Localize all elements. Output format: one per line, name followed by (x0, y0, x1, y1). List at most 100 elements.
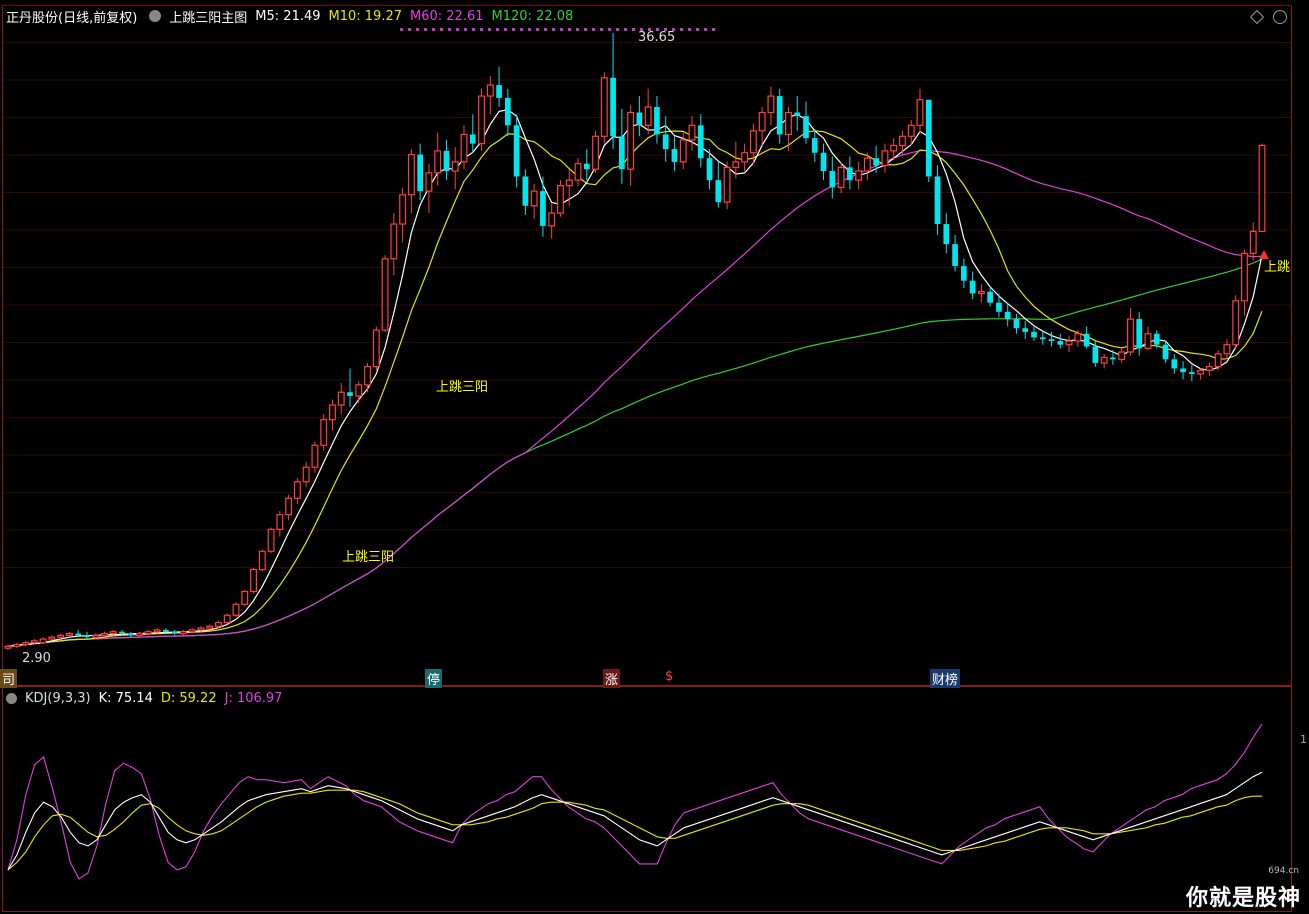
candle-body-up (1214, 353, 1222, 368)
marker-dot (408, 28, 411, 31)
high-price-label: 36.65 (638, 30, 676, 45)
candle-body-down (171, 631, 178, 634)
candle-body-down (496, 85, 502, 98)
candle-body-up (627, 111, 635, 170)
candle-body-up (267, 528, 275, 552)
edge-badge: 司 (0, 669, 18, 688)
stock-title[interactable]: 正丹股份(日线,前复权) (6, 7, 137, 26)
candle-body-up (863, 157, 871, 172)
event-badge-limit[interactable]: 涨 (603, 669, 621, 688)
candle-body-up (425, 172, 433, 192)
candle-body-up (144, 631, 152, 635)
settings-icon[interactable] (1273, 10, 1287, 24)
candle-body-up (1223, 344, 1231, 355)
marker-dot (704, 28, 707, 31)
candle-body-down (75, 633, 82, 636)
candle-body-down (583, 163, 590, 170)
candle-body-up (232, 603, 240, 616)
candle-body-up (1118, 351, 1126, 360)
candle-body-up (548, 212, 556, 227)
candle-body-up (4, 645, 12, 649)
candle-body-up (1205, 366, 1213, 371)
candle-body-up (644, 106, 652, 126)
marker-dot (680, 28, 683, 31)
candle-body-down (1031, 331, 1037, 338)
candle-body-down (618, 136, 625, 170)
chart-header: 正丹股份(日线,前复权) 上跳三阳主图 M5: 21.49 M10: 19.27… (6, 7, 574, 26)
candle-body-up (92, 634, 100, 638)
candle-body-up (486, 84, 494, 97)
event-badge-dollar[interactable]: $ (663, 669, 675, 684)
indicator-name[interactable]: 上跳三阳主图 (169, 7, 247, 26)
candle-body-up (101, 632, 108, 636)
candle-body-up (1197, 369, 1205, 375)
ma120-label: M120: 22.08 (491, 8, 574, 24)
marker-dot (456, 28, 459, 31)
ma5-label: M5: 21.49 (255, 8, 321, 24)
marker-dot (712, 28, 715, 31)
candle-body-down (811, 138, 818, 153)
candle-body-up (758, 111, 766, 132)
kdj-name[interactable]: KDJ(9,3,3) (25, 691, 91, 706)
candle-body-up (241, 590, 249, 605)
candle-body-up (206, 625, 214, 629)
marker-dot (584, 28, 587, 31)
kdj-d-line (7, 789, 1262, 871)
candle-body-down (671, 149, 678, 162)
marker-dot (696, 28, 699, 31)
candle-body-up (285, 497, 293, 516)
candle-body-up (881, 150, 889, 167)
candle-body-up (899, 135, 906, 147)
candle-body-up (1249, 230, 1257, 254)
candle-body-down (1083, 333, 1090, 347)
marker-dot (632, 28, 635, 31)
candle-body-up (329, 404, 336, 421)
candle-body-up (574, 163, 582, 181)
candle-body-down (969, 280, 976, 294)
candle-body-down (127, 633, 134, 636)
candle-body-up (837, 166, 845, 189)
candle-body-up (557, 185, 564, 214)
kdj-d: D: 59.22 (160, 690, 217, 706)
indicator-icon[interactable] (149, 10, 162, 22)
event-badge-halt[interactable]: 停 (425, 669, 443, 688)
kdj-k: K: 75.14 (98, 690, 153, 706)
candle-body-down (1153, 333, 1160, 345)
marker-dot (560, 28, 563, 31)
candle-body-down (1039, 337, 1046, 340)
candle-body-up (907, 124, 915, 137)
ma60-label: M60: 22.61 (410, 8, 484, 24)
kdj-header: KDJ(9,3,3) K: 75.14 D: 59.22 J: 106.97 (6, 689, 282, 707)
candle-body-down (469, 134, 476, 144)
marker-dot (520, 28, 523, 31)
candle-body-down (697, 125, 704, 159)
candle-body-up (311, 444, 319, 468)
candle-body-up (977, 291, 985, 295)
candle-body-up (197, 627, 205, 631)
candle-body-down (522, 176, 529, 206)
marker-dot (464, 28, 467, 31)
candle-body-up (451, 161, 459, 172)
candle-body-up (153, 629, 161, 633)
candle-body-down (706, 158, 713, 181)
candle-body-up (399, 194, 407, 225)
candle-body-up (478, 95, 485, 145)
candle-body-up (57, 634, 65, 638)
kdj-k-line (7, 771, 1263, 871)
event-badge-finance[interactable]: 财榜 (930, 669, 961, 688)
candle-body-down (1171, 359, 1178, 369)
candle-body-down (1092, 346, 1099, 363)
kdj-scale-label: 1 (1300, 733, 1307, 746)
candle-body-up (1074, 333, 1082, 342)
candle-body-down (610, 77, 616, 137)
kdj-settings-icon[interactable] (6, 692, 17, 704)
candle-body-up (460, 133, 468, 163)
candle-body-up (916, 99, 924, 126)
candle-body-up (337, 391, 345, 406)
candle-body-down (987, 291, 994, 303)
marker-dot (600, 28, 603, 31)
candle-body-up (364, 366, 371, 386)
candle-body-down (119, 631, 125, 634)
marker-dot (448, 28, 451, 31)
candle-body-up (1065, 340, 1073, 346)
